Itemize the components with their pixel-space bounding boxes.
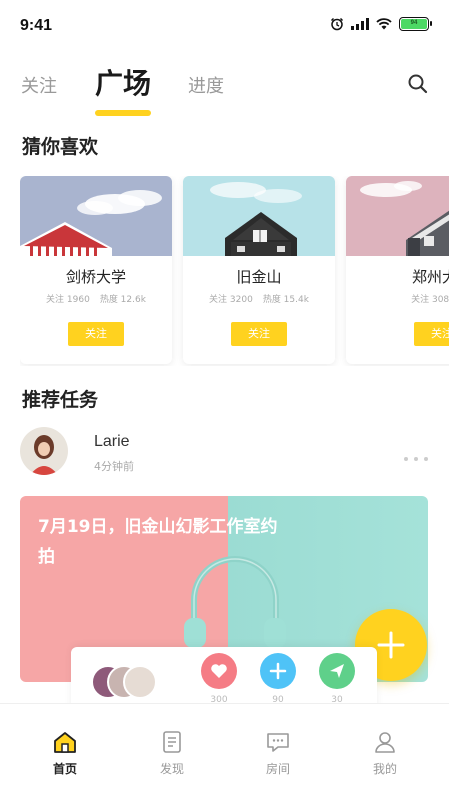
battery-icon: 94 bbox=[399, 17, 432, 31]
participant-avatar bbox=[123, 665, 157, 699]
place-card[interactable]: 旧金山 关注 3200 热度 15.4k 关注 bbox=[183, 176, 335, 364]
follow-button[interactable]: 关注 bbox=[231, 322, 287, 346]
tab-label: 房间 bbox=[265, 762, 290, 776]
post-time: 4分钟前 bbox=[94, 460, 134, 473]
search-icon[interactable] bbox=[407, 73, 429, 99]
headphones-image bbox=[184, 556, 286, 648]
card-stats: 关注 3080热度 bbox=[346, 292, 449, 305]
follow-stat: 关注 1960 bbox=[46, 295, 90, 305]
bottom-tab-bar: 首页 发现 房间 我的 bbox=[0, 703, 449, 798]
plus-icon bbox=[269, 662, 287, 680]
alarm-icon bbox=[330, 17, 344, 31]
follow-stat: 关注 3080 bbox=[411, 295, 449, 305]
tab-progress[interactable]: 进度 bbox=[188, 72, 224, 98]
top-tabs: 关注 广场 进度 bbox=[0, 56, 449, 116]
place-card[interactable]: 郑州大学 关注 3080热度 关注 bbox=[346, 176, 449, 364]
card-image-san-francisco bbox=[183, 176, 335, 256]
signal-icon bbox=[351, 18, 369, 30]
wifi-icon bbox=[376, 18, 392, 30]
tab-label: 发现 bbox=[159, 762, 184, 776]
card-stats: 关注 3200 热度 15.4k bbox=[183, 292, 335, 305]
user-name[interactable]: Larie bbox=[94, 433, 130, 451]
follow-button[interactable]: 关注 bbox=[68, 322, 124, 346]
heart-icon bbox=[211, 664, 227, 678]
card-image-cambridge bbox=[20, 176, 172, 256]
follow-stat: 关注 3200 bbox=[209, 295, 253, 305]
participant-avatars[interactable] bbox=[91, 665, 161, 699]
plus-icon bbox=[377, 631, 405, 659]
tab-discover[interactable]: 发现 bbox=[142, 730, 202, 777]
tab-profile[interactable]: 我的 bbox=[355, 730, 415, 777]
card-name: 剑桥大学 bbox=[65, 268, 126, 286]
task-author-row: Larie 4分钟前 bbox=[20, 427, 429, 477]
follow-button[interactable]: 关注 bbox=[414, 322, 449, 346]
tab-label: 首页 bbox=[52, 762, 77, 776]
place-card[interactable]: 剑桥大学 关注 1960 热度 12.6k 关注 bbox=[20, 176, 172, 364]
card-image-zhengzhou bbox=[346, 176, 449, 256]
tab-rooms[interactable]: 房间 bbox=[248, 730, 308, 777]
share-button[interactable] bbox=[319, 653, 355, 689]
like-button[interactable] bbox=[201, 653, 237, 689]
more-icon[interactable] bbox=[403, 447, 429, 466]
join-button[interactable] bbox=[260, 653, 296, 689]
send-icon bbox=[330, 664, 344, 678]
heat-stat: 热度 15.4k bbox=[262, 295, 309, 305]
battery-level: 94 bbox=[401, 19, 427, 29]
user-icon bbox=[375, 732, 395, 753]
tab-square[interactable]: 广场 bbox=[95, 62, 151, 102]
chat-icon bbox=[267, 733, 289, 752]
place-cards: 剑桥大学 关注 1960 热度 12.6k 关注 旧金山 关注 3200 热度 15… bbox=[20, 176, 449, 366]
tab-following[interactable]: 关注 bbox=[21, 72, 57, 98]
tab-label: 我的 bbox=[372, 762, 397, 776]
card-stats: 关注 1960 热度 12.6k bbox=[20, 292, 172, 305]
card-name: 旧金山 bbox=[236, 268, 282, 286]
section-title-guess: 猜你喜欢 bbox=[22, 136, 99, 158]
avatar[interactable] bbox=[20, 427, 68, 475]
tab-home[interactable]: 首页 bbox=[35, 730, 95, 777]
heat-stat: 热度 12.6k bbox=[99, 295, 146, 305]
section-title-tasks: 推荐任务 bbox=[22, 389, 99, 411]
document-icon bbox=[163, 731, 181, 753]
status-time: 9:41 bbox=[20, 17, 53, 34]
home-icon bbox=[54, 732, 76, 753]
status-bar: 9:41 94 bbox=[0, 0, 449, 50]
status-icons: 94 bbox=[330, 17, 432, 31]
active-tab-indicator bbox=[95, 110, 151, 116]
card-name: 郑州大学 bbox=[411, 268, 449, 286]
